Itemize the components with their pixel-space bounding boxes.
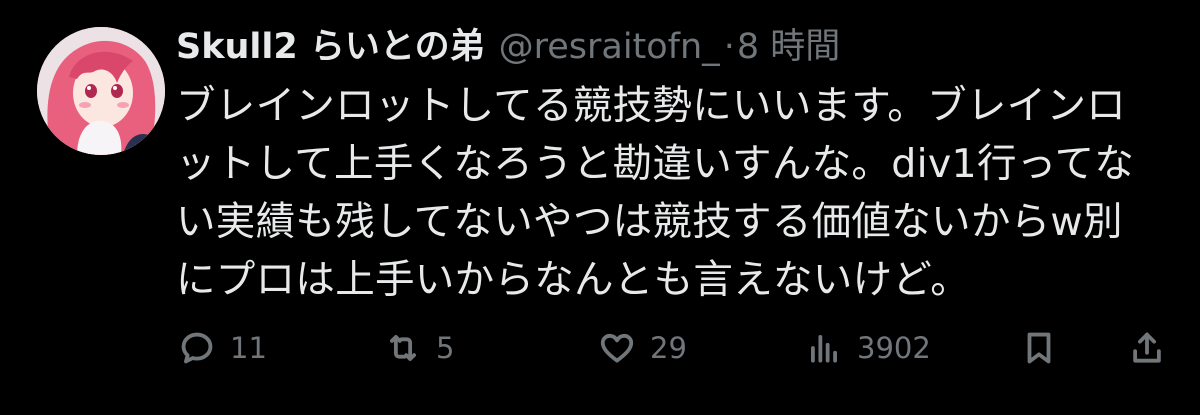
views-button[interactable]: 3902 — [805, 320, 931, 376]
tweet-header: Skull2 らいとの弟 @resraitofn_ · 8 時間 — [176, 22, 840, 72]
share-button[interactable] — [1128, 320, 1166, 376]
bookmark-button[interactable] — [1020, 320, 1058, 376]
tweet-text-line: ットして上手くなろうと勘違いすんな。div1行ってな — [176, 141, 1135, 187]
tweet-text-line: い実績も残してないやつは競技する価値ないからw別 — [176, 199, 1123, 245]
like-count: 29 — [650, 331, 687, 365]
tweet-text-line: ブレインロットしてる競技勢にいいます。ブレインロ — [176, 83, 1127, 129]
heart-icon — [600, 333, 634, 363]
tweet-text: ブレインロットしてる競技勢にいいます。ブレインロ ットして上手くなろうと勘違いす… — [176, 77, 1176, 309]
retweet-button[interactable]: 5 — [384, 320, 454, 376]
reply-count: 11 — [230, 331, 267, 365]
share-icon — [1133, 332, 1161, 363]
retweet-icon — [390, 335, 416, 361]
reply-button[interactable]: 11 — [178, 320, 267, 376]
avatar[interactable] — [37, 27, 165, 155]
avatar-image — [37, 27, 165, 155]
like-button[interactable]: 29 — [598, 320, 687, 376]
action-bar: 11 5 29 3902 — [0, 320, 1200, 376]
views-count: 3902 — [857, 331, 931, 365]
views-icon — [811, 335, 837, 363]
retweet-count: 5 — [436, 331, 455, 365]
timestamp[interactable]: 8 時間 — [737, 22, 840, 72]
display-name[interactable]: Skull2 らいとの弟 — [176, 22, 485, 72]
reply-icon — [181, 332, 213, 364]
user-handle[interactable]: @resraitofn_ — [499, 22, 720, 72]
separator-dot: · — [723, 27, 735, 67]
tweet[interactable]: Skull2 らいとの弟 @resraitofn_ · 8 時間 ブレインロット… — [0, 0, 1200, 415]
bookmark-icon — [1027, 332, 1051, 364]
tweet-text-line: にプロは上手いからなんとも言えないけど。 — [176, 257, 971, 303]
